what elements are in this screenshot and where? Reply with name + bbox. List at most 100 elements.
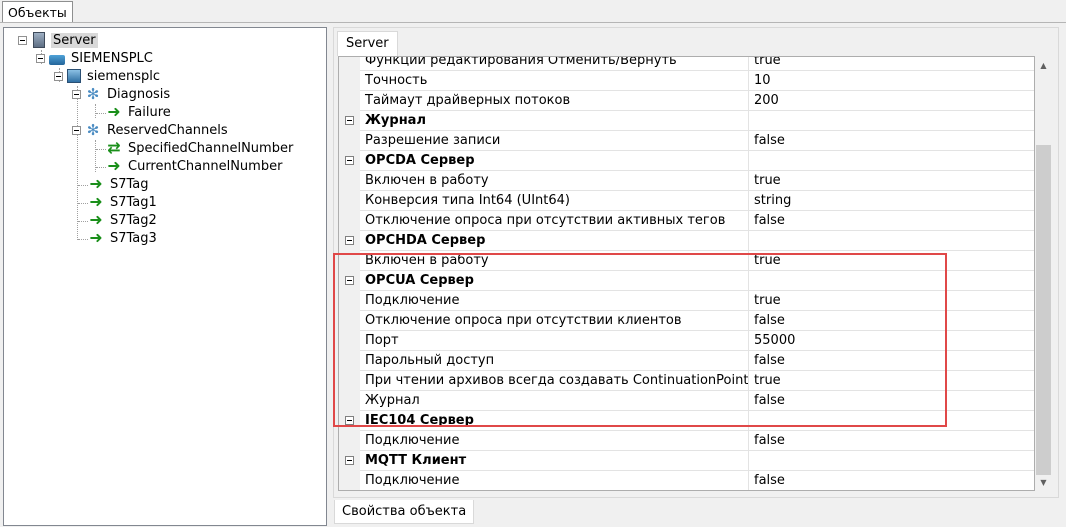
row-gutter: [339, 151, 360, 171]
property-row[interactable]: Подключение false: [339, 471, 1034, 490]
tree-node-specified[interactable]: ⇄ SpecifiedChannelNumber: [106, 139, 295, 157]
tree-node-label: S7Tag2: [110, 212, 157, 228]
collapse-toggle[interactable]: [36, 53, 45, 63]
property-row[interactable]: Точность 10: [339, 71, 1034, 91]
property-value[interactable]: false: [749, 431, 1034, 451]
tree-line: [78, 239, 88, 240]
category-row[interactable]: OPCUA Сервер: [339, 271, 1034, 291]
tree-node-s7tag2[interactable]: ➜ S7Tag2: [88, 211, 159, 229]
row-gutter: [339, 351, 360, 371]
row-gutter: [339, 291, 360, 311]
tree-line: [78, 185, 88, 186]
property-name: Парольный доступ: [360, 351, 749, 371]
property-value: [749, 411, 1034, 431]
tree-node-device[interactable]: siemensplc: [54, 67, 162, 85]
property-row[interactable]: Журнал false: [339, 391, 1034, 411]
collapse-toggle[interactable]: [345, 116, 354, 125]
category-name: OPCHDA Сервер: [360, 231, 749, 251]
property-row[interactable]: Отключение опроса при отсутствии активны…: [339, 211, 1034, 231]
category-row[interactable]: OPCDA Сервер: [339, 151, 1034, 171]
collapse-toggle[interactable]: [345, 456, 354, 465]
property-row[interactable]: Таймаут драйверных потоков 200: [339, 91, 1034, 111]
object-tree[interactable]: Server SIEMENSPLC siemensplc ✻ Diagnosis…: [3, 27, 327, 526]
collapse-toggle[interactable]: [54, 71, 63, 81]
tree-node-label: S7Tag3: [110, 230, 157, 246]
property-value[interactable]: true: [749, 251, 1034, 271]
collapse-toggle[interactable]: [72, 89, 81, 99]
property-value[interactable]: false: [749, 471, 1034, 490]
tree-node-s7tag[interactable]: ➜ S7Tag: [88, 175, 151, 193]
row-gutter: [339, 311, 360, 331]
tree-line: [77, 86, 78, 240]
property-row[interactable]: Порт 55000: [339, 331, 1034, 351]
category-row[interactable]: IEC104 Сервер: [339, 411, 1034, 431]
property-name: Конверсия типа Int64 (UInt64): [360, 191, 749, 211]
tree-node-s7tag3[interactable]: ➜ S7Tag3: [88, 229, 159, 247]
tree-node-label: SpecifiedChannelNumber: [128, 140, 294, 156]
property-name: Порт: [360, 331, 749, 351]
scroll-down-arrow-icon[interactable]: ▼: [1035, 474, 1052, 491]
scroll-up-arrow-icon[interactable]: ▲: [1035, 57, 1052, 74]
row-gutter: [339, 451, 360, 471]
property-value[interactable]: false: [749, 351, 1034, 371]
property-row[interactable]: Парольный доступ false: [339, 351, 1034, 371]
property-row[interactable]: Подключение false: [339, 431, 1034, 451]
property-row[interactable]: Подключение true: [339, 291, 1034, 311]
property-name: Подключение: [360, 431, 749, 451]
category-name: OPCDA Сервер: [360, 151, 749, 171]
tree-node-reservedchannels[interactable]: ✻ ReservedChannels: [72, 121, 230, 139]
category-row[interactable]: OPCHDA Сервер: [339, 231, 1034, 251]
tree-node-label: S7Tag1: [110, 194, 157, 210]
tab-objects[interactable]: Объекты: [2, 1, 73, 23]
property-value[interactable]: 55000: [749, 331, 1034, 351]
property-value[interactable]: false: [749, 311, 1034, 331]
row-gutter: [339, 211, 360, 231]
property-name: Подключение: [360, 471, 749, 490]
collapse-toggle[interactable]: [345, 156, 354, 165]
property-value[interactable]: true: [749, 57, 1034, 71]
tab-object-properties[interactable]: Свойства объекта: [334, 500, 475, 524]
property-row[interactable]: Конверсия типа Int64 (UInt64) string: [339, 191, 1034, 211]
tree-node-label: CurrentChannelNumber: [128, 158, 283, 174]
tree-node-failure[interactable]: ➜ Failure: [106, 103, 173, 121]
collapse-toggle[interactable]: [345, 416, 354, 425]
property-name: Таймаут драйверных потоков: [360, 91, 749, 111]
property-row[interactable]: Включен в работу true: [339, 251, 1034, 271]
property-value[interactable]: 200: [749, 91, 1034, 111]
property-value[interactable]: false: [749, 131, 1034, 151]
category-row[interactable]: Журнал: [339, 111, 1034, 131]
property-row[interactable]: Разрешение записи false: [339, 131, 1034, 151]
property-grid[interactable]: Функции редактирования Отменить/Вернуть …: [338, 56, 1035, 491]
tree-line: [78, 221, 88, 222]
tree-node-server[interactable]: Server: [18, 31, 98, 49]
collapse-toggle[interactable]: [18, 35, 27, 45]
property-value[interactable]: false: [749, 211, 1034, 231]
scroll-thumb[interactable]: [1036, 145, 1051, 475]
property-row[interactable]: Включен в работу true: [339, 171, 1034, 191]
property-row[interactable]: Функции редактирования Отменить/Вернуть …: [339, 57, 1034, 71]
collapse-toggle[interactable]: [345, 276, 354, 285]
property-row[interactable]: При чтении архивов всегда создавать Cont…: [339, 371, 1034, 391]
row-gutter: [339, 431, 360, 451]
tag-arrow-icon: ➜: [107, 102, 121, 121]
property-value[interactable]: string: [749, 191, 1034, 211]
vertical-scrollbar[interactable]: ▲ ▼: [1035, 57, 1052, 491]
tree-line: [96, 113, 106, 114]
property-value[interactable]: false: [749, 391, 1034, 411]
tree-node-current[interactable]: ➜ CurrentChannelNumber: [106, 157, 284, 175]
property-value[interactable]: true: [749, 171, 1034, 191]
category-name: MQTT Клиент: [360, 451, 749, 471]
collapse-toggle[interactable]: [345, 236, 354, 245]
tree-node-siemensplc[interactable]: SIEMENSPLC: [36, 49, 155, 67]
category-row[interactable]: MQTT Клиент: [339, 451, 1034, 471]
tree-node-s7tag1[interactable]: ➜ S7Tag1: [88, 193, 159, 211]
property-value[interactable]: 10: [749, 71, 1034, 91]
property-value[interactable]: true: [749, 371, 1034, 391]
tree-node-label: siemensplc: [87, 68, 161, 84]
property-value[interactable]: true: [749, 291, 1034, 311]
property-row[interactable]: Отключение опроса при отсутствии клиенто…: [339, 311, 1034, 331]
tab-server[interactable]: Server: [337, 31, 398, 56]
collapse-toggle[interactable]: [72, 125, 81, 135]
property-value: [749, 151, 1034, 171]
tree-node-diagnosis[interactable]: ✻ Diagnosis: [72, 85, 172, 103]
